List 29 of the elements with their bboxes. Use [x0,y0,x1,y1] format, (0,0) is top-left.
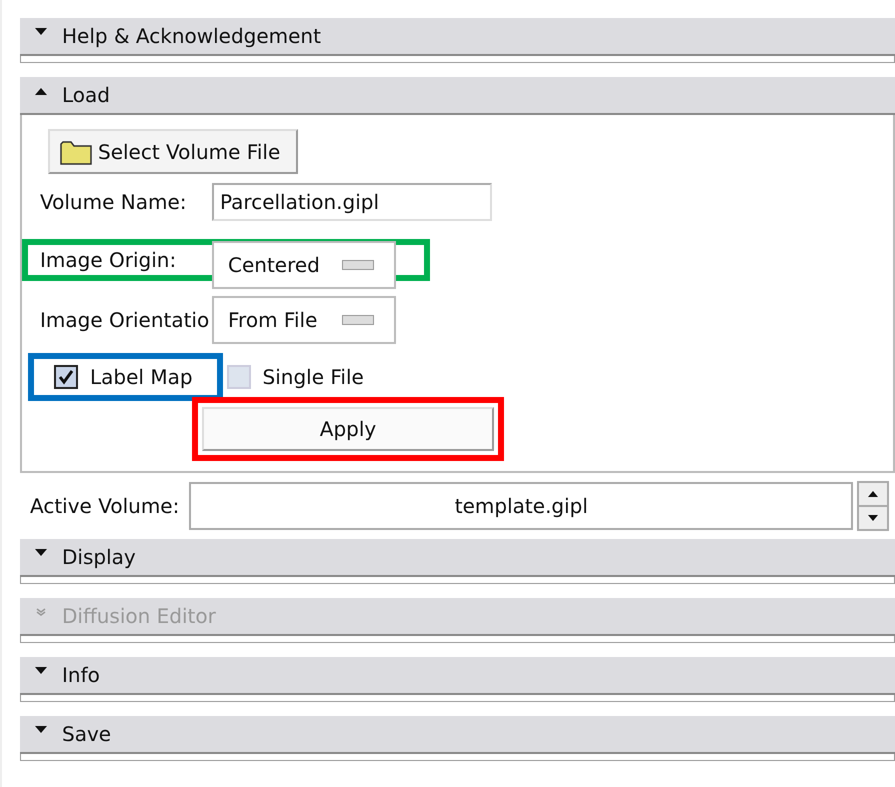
section-header[interactable]: Info [20,657,895,695]
double-chevron-icon [34,607,48,617]
checkbox[interactable]: Single File [226,364,364,389]
field-label: Volume Name: [40,190,188,214]
input-field[interactable]: Parcellation.gipl [212,183,492,222]
volume-selector[interactable]: template.gipl [189,482,854,530]
triangle-down-icon [34,725,48,735]
section-header[interactable]: Load [20,77,895,115]
field-label: Image Origin: [40,248,178,272]
spin-up-button[interactable] [858,482,888,506]
field-label: Active Volume: [30,494,180,518]
checkbox[interactable]: Label Map [54,364,193,389]
dropdown[interactable]: From File [212,296,396,344]
folder-icon [60,138,92,165]
field-label: Image Orientatio [40,308,210,332]
triangle-down-icon [867,514,880,522]
section-header[interactable]: Save [20,716,895,754]
check-icon [58,368,74,385]
spin-down-button[interactable] [858,506,888,530]
triangle-down-icon [34,666,48,676]
triangle-down-icon [34,548,48,558]
apply-button[interactable]: Apply [202,407,494,452]
dropdown[interactable]: Centered [212,241,396,290]
triangle-down-icon [34,27,48,37]
triangle-up-icon [867,490,880,498]
triangle-up-icon [34,86,48,96]
section-header[interactable]: Help & Acknowledgement [20,18,895,56]
select-file-button[interactable]: Select Volume File [48,129,298,174]
section-header[interactable]: Display [20,539,895,577]
